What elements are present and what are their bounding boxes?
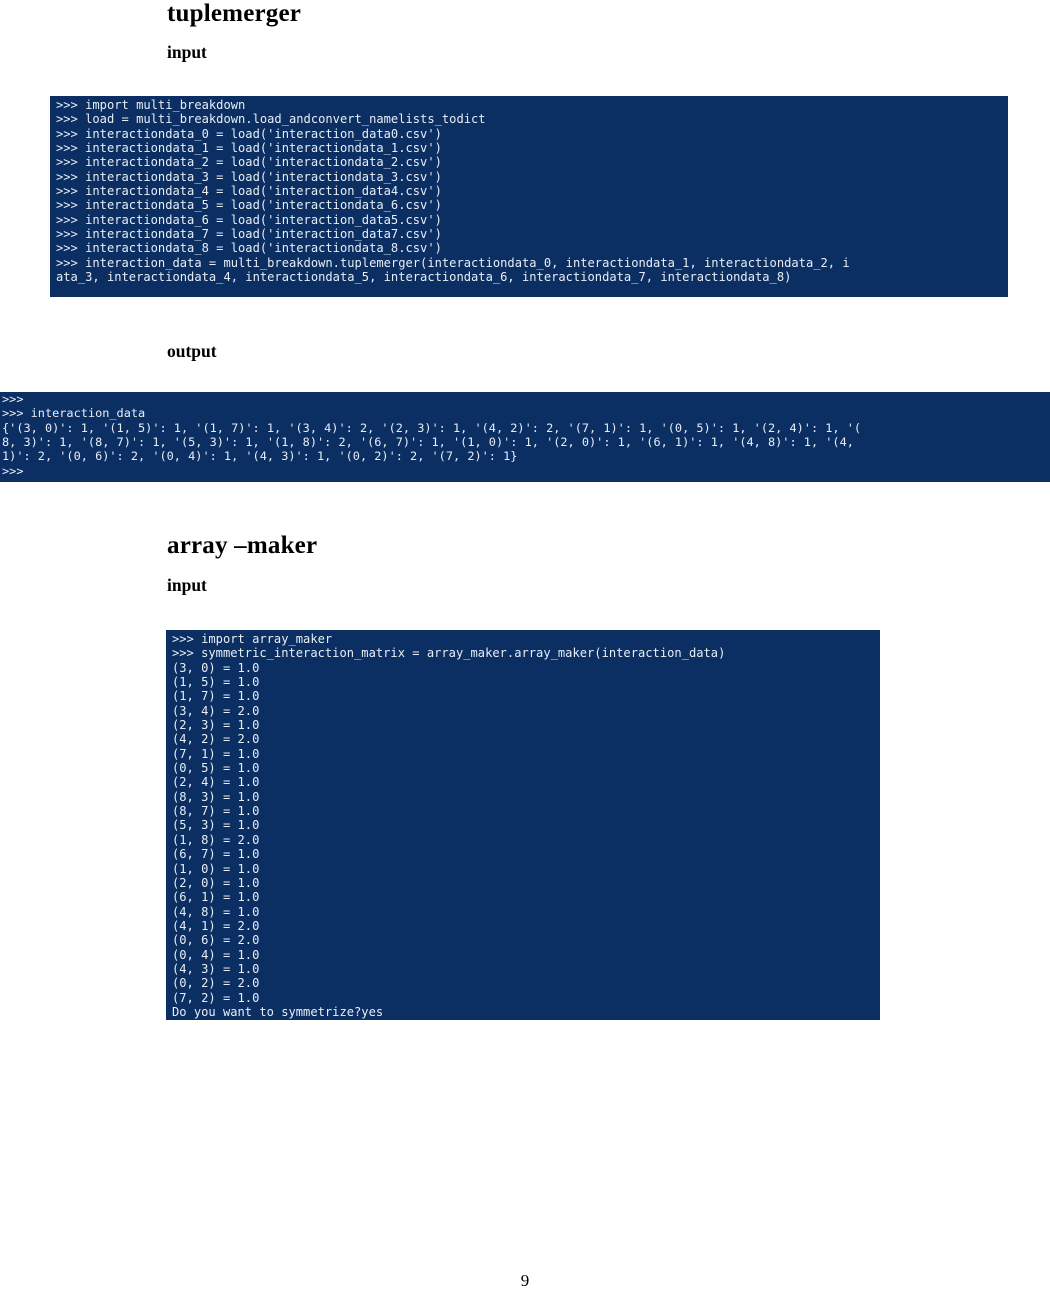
terminal-line: >>> interactiondata_7 = load('interactio… [56,227,442,242]
terminal-line: (4, 1) = 2.0 [172,918,260,933]
terminal-line: >>> interactiondata_1 = load('interactio… [56,141,442,156]
terminal-line: >>> [2,392,24,406]
terminal-line: (7, 2) = 1.0 [172,990,260,1005]
terminal-input-tuplemerger[interactable]: >>> import multi_breakdown >>> load = mul… [50,96,1008,297]
section-heading-tuplemerger: tuplemerger [167,0,302,27]
terminal-line: (4, 3) = 1.0 [172,961,260,976]
terminal-line: {'(3, 0)': 1, '(1, 5)': 1, '(1, 7)': 1, … [2,420,862,435]
page-number: 9 [520,1271,530,1290]
terminal-line: (5, 3) = 1.0 [172,818,260,833]
terminal-line: >>> interactiondata_2 = load('interactio… [56,155,442,170]
terminal-line: (0, 2) = 2.0 [172,976,260,991]
terminal-line: (2, 4) = 1.0 [172,775,260,790]
subheading-input-tuplemerger: input [167,42,207,62]
terminal-line: 8, 3)': 1, '(8, 7)': 1, '(5, 3)': 1, '(1… [2,435,854,450]
terminal-line: (6, 1) = 1.0 [172,890,260,905]
section-heading-array-maker: array –maker [167,532,318,559]
terminal-line: >>> [2,463,24,478]
terminal-line: (0, 6) = 2.0 [172,933,260,948]
terminal-line: >>> interactiondata_6 = load('interactio… [56,212,442,227]
terminal-line: (4, 2) = 2.0 [172,732,260,747]
terminal-line: (0, 5) = 1.0 [172,761,260,776]
terminal-line: (1, 5) = 1.0 [172,675,260,690]
terminal-line: (1, 7) = 1.0 [172,689,260,704]
terminal-line: >>> interaction_data [2,406,146,421]
terminal-line: (7, 1) = 1.0 [172,746,260,761]
terminal-line: (2, 0) = 1.0 [172,875,260,890]
terminal-line: ata_3, interactiondata_4, interactiondat… [56,270,792,285]
terminal-line: >>> interaction_data = multi_breakdown.t… [56,255,850,270]
terminal-line: >>> interactiondata_3 = load('interactio… [56,169,442,184]
terminal-output-tuplemerger[interactable]: >>> >>> interaction_data {'(3, 0)': 1, '(1… [0,392,1050,482]
terminal-line: >>> interactiondata_4 = load('interactio… [56,184,442,199]
terminal-line: (8, 3) = 1.0 [172,789,260,804]
terminal-line: >>> interactiondata_0 = load('interactio… [56,126,442,141]
subheading-output-tuplemerger: output [167,341,217,361]
terminal-line: (1, 0) = 1.0 [172,861,260,876]
terminal-line: >>> interactiondata_8 = load('interactio… [56,241,442,256]
subheading-input-array-maker: input [167,575,207,595]
terminal-line: >>> interactiondata_5 = load('interactio… [56,198,442,213]
terminal-input-array-maker[interactable]: >>> import array_maker >>> symmetric_inte… [166,630,880,1020]
terminal-line: (1, 8) = 2.0 [172,832,260,847]
terminal-line: >>> symmetric_interaction_matrix = array… [172,646,726,661]
terminal-line: Do you want to symmetrize?yes [172,1004,384,1019]
terminal-line: >>> import array_maker [172,632,333,646]
terminal-line: (3, 0) = 1.0 [172,660,260,675]
terminal-line: >>> load = multi_breakdown.load_andconve… [56,112,486,127]
terminal-line: >>> import multi_breakdown [56,98,246,112]
terminal-line: (2, 3) = 1.0 [172,718,260,733]
terminal-line: (3, 4) = 2.0 [172,703,260,718]
terminal-line: (0, 4) = 1.0 [172,947,260,962]
terminal-line: 1)': 2, '(0, 6)': 2, '(0, 4)': 1, '(4, 3… [2,449,518,464]
terminal-line: (4, 8) = 1.0 [172,904,260,919]
terminal-line: (8, 7) = 1.0 [172,804,260,819]
terminal-line: (6, 7) = 1.0 [172,847,260,862]
